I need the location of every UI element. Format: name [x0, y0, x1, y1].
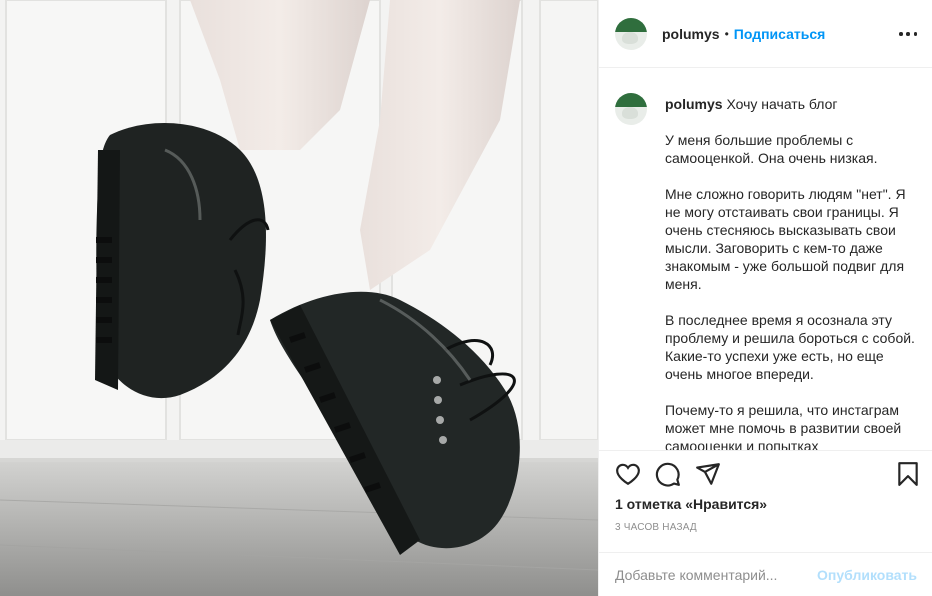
caption-title: Хочу начать блог: [726, 96, 838, 112]
caption-avatar[interactable]: [615, 93, 647, 125]
share-icon[interactable]: [695, 461, 721, 487]
comment-icon[interactable]: [655, 461, 681, 487]
post-timestamp[interactable]: 3 часов назад: [615, 522, 697, 533]
post-photo[interactable]: [0, 0, 598, 596]
author-avatar[interactable]: [615, 17, 647, 50]
post-actions-section: 1 отметка «Нравится» 3 часов назад Опубл…: [599, 450, 932, 596]
author-username[interactable]: polumys: [662, 26, 720, 42]
comment-form: Опубликовать: [599, 552, 932, 596]
caption-paragraph: В последнее время я осознала эту проблем…: [665, 312, 915, 382]
caption-first-line: polumys Хочу начать блог: [665, 95, 915, 113]
caption-username[interactable]: polumys: [665, 96, 723, 112]
publish-button[interactable]: Опубликовать: [817, 567, 917, 583]
photo-illustration: [0, 0, 598, 596]
post-header: polumys • Подписаться: [599, 0, 932, 68]
caption: polumys Хочу начать блог У меня большие …: [615, 85, 917, 450]
separator-dot: •: [724, 26, 729, 41]
comment-input[interactable]: [615, 567, 818, 583]
caption-paragraph: Мне сложно говорить людям "нет". Я не мо…: [665, 186, 906, 292]
bookmark-icon[interactable]: [895, 461, 921, 487]
caption-paragraph: У меня большие проблемы с самооценкой. О…: [665, 132, 878, 166]
heart-icon[interactable]: [615, 461, 641, 487]
action-icons: [599, 451, 932, 497]
more-horizontal-icon[interactable]: [899, 26, 917, 42]
follow-button[interactable]: Подписаться: [734, 26, 826, 42]
caption-scroll-area[interactable]: polumys Хочу начать блог У меня большие …: [599, 69, 932, 450]
caption-paragraph: Почему-то я решила, что инстаграм может …: [665, 402, 902, 450]
post-side-panel: polumys • Подписаться polumys Хочу начат…: [598, 0, 932, 596]
caption-body: polumys Хочу начать блог У меня большие …: [665, 85, 915, 450]
likes-count[interactable]: 1 отметка «Нравится»: [615, 496, 767, 512]
